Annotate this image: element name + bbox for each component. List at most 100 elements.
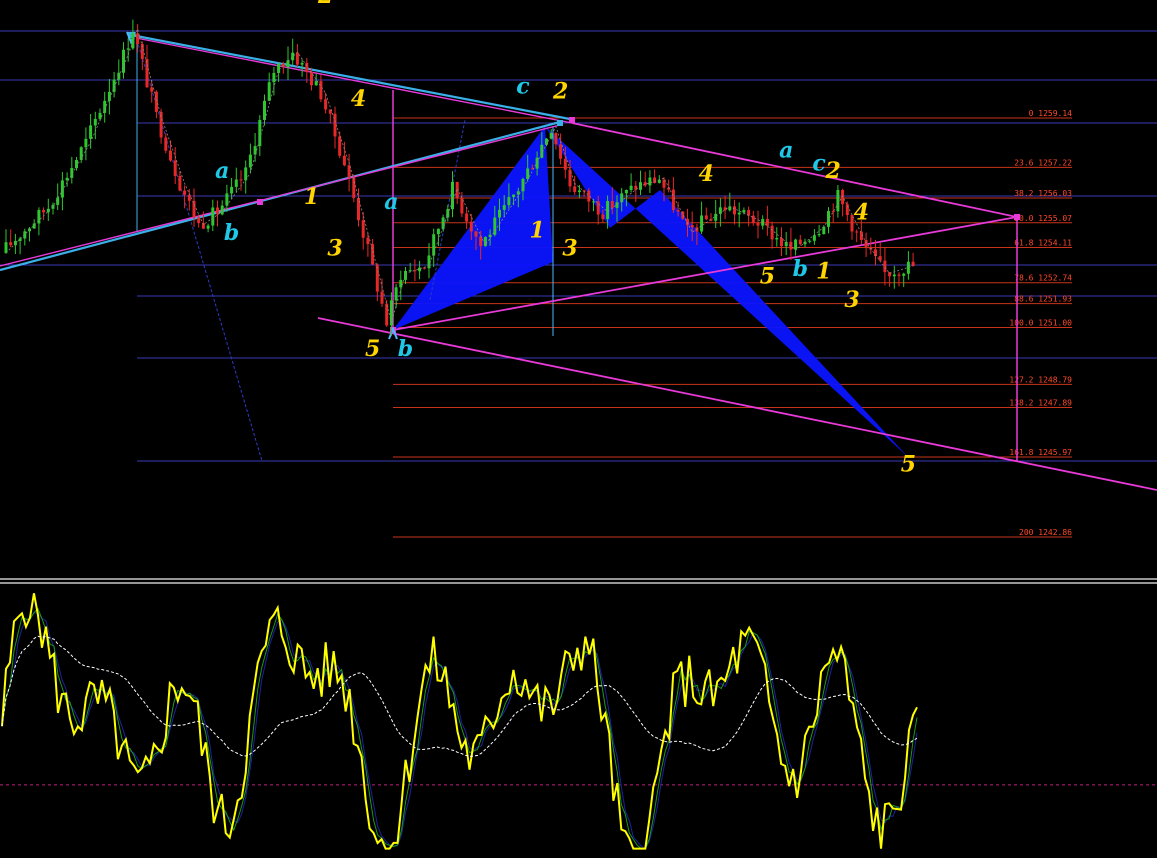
candle-body[interactable] (291, 52, 295, 61)
candle-body[interactable] (822, 226, 826, 235)
candle-body[interactable] (601, 214, 605, 220)
candle-body[interactable] (671, 189, 675, 211)
candle-body[interactable] (150, 87, 154, 92)
candle-body[interactable] (404, 270, 407, 280)
candle-body[interactable] (493, 217, 497, 235)
candle-body[interactable] (192, 200, 196, 218)
candle-body[interactable] (559, 144, 563, 159)
candle-body[interactable] (690, 225, 694, 228)
candle-body[interactable] (263, 100, 266, 121)
candle-body[interactable] (244, 167, 248, 181)
candle-body[interactable] (178, 175, 182, 191)
candle-body[interactable] (136, 33, 140, 45)
candle-body[interactable] (79, 147, 83, 160)
candle-body[interactable] (911, 261, 915, 266)
candle-body[interactable] (216, 207, 219, 215)
candle-body[interactable] (756, 222, 760, 226)
candle-body[interactable] (648, 177, 652, 186)
candle-body[interactable] (483, 236, 487, 247)
candle-body[interactable] (479, 236, 483, 247)
candle-body[interactable] (338, 136, 342, 156)
candle-body[interactable] (906, 261, 910, 274)
candle-body[interactable] (361, 220, 365, 238)
candle-body[interactable] (324, 99, 328, 110)
candle-body[interactable] (98, 112, 102, 119)
candle-body[interactable] (173, 160, 177, 176)
candle-body[interactable] (399, 279, 403, 288)
candle-body[interactable] (812, 235, 816, 241)
candle-body[interactable] (93, 118, 97, 126)
candle-body[interactable] (507, 197, 511, 206)
candle-body[interactable] (577, 190, 581, 193)
candle-body[interactable] (56, 197, 60, 205)
candle-body[interactable] (169, 150, 172, 161)
candle-body[interactable] (845, 204, 849, 216)
candle-body[interactable] (902, 273, 906, 276)
candle-body[interactable] (42, 209, 46, 213)
candle-body[interactable] (512, 194, 516, 198)
candle-body[interactable] (897, 274, 901, 276)
candle-body[interactable] (451, 181, 454, 210)
candle-body[interactable] (220, 205, 224, 215)
candle-body[interactable] (352, 177, 356, 198)
candle-body[interactable] (563, 158, 567, 170)
candle-body[interactable] (831, 211, 835, 213)
candle-body[interactable] (18, 238, 22, 241)
candle-body[interactable] (554, 132, 558, 145)
candle-body[interactable] (606, 201, 610, 220)
candle-body[interactable] (60, 180, 64, 198)
candle-body[interactable] (89, 125, 93, 139)
candle-body[interactable] (733, 206, 736, 215)
candle-body[interactable] (714, 213, 718, 221)
candle-body[interactable] (798, 239, 802, 245)
candle-body[interactable] (629, 185, 633, 190)
candle-body[interactable] (230, 186, 234, 194)
candle-body[interactable] (107, 91, 111, 101)
candle-body[interactable] (197, 217, 201, 224)
candle-body[interactable] (704, 215, 708, 220)
candle-body[interactable] (432, 234, 436, 256)
candle-body[interactable] (183, 190, 187, 195)
candle-body[interactable] (855, 231, 859, 233)
candle-body[interactable] (469, 221, 473, 232)
trend-anchor-handle[interactable] (1014, 214, 1020, 220)
candle-body[interactable] (624, 189, 628, 194)
candle-body[interactable] (864, 240, 868, 248)
candle-body[interactable] (394, 287, 398, 301)
candle-body[interactable] (164, 137, 168, 151)
candle-body[interactable] (187, 194, 191, 201)
candle-body[interactable] (474, 231, 478, 237)
candle-body[interactable] (422, 267, 426, 269)
candle-body[interactable] (300, 62, 304, 65)
candle-body[interactable] (319, 81, 323, 100)
candle-body[interactable] (827, 211, 830, 227)
candle-body[interactable] (103, 100, 107, 113)
candle-body[interactable] (883, 260, 887, 273)
candle-body[interactable] (737, 212, 741, 215)
candle-body[interactable] (526, 168, 530, 179)
candle-body[interactable] (775, 238, 779, 240)
candle-body[interactable] (122, 49, 125, 73)
candle-body[interactable] (408, 270, 412, 272)
candle-body[interactable] (441, 217, 445, 229)
chart-svg[interactable]: 0 1259.14 23.6 1257.22 38.2 1256.03 50.0 12… (0, 0, 1157, 854)
candle-body[interactable] (272, 72, 276, 83)
trend-anchor-handle[interactable] (557, 120, 563, 126)
candle-body[interactable] (794, 239, 798, 250)
candle-body[interactable] (780, 238, 783, 247)
candle-body[interactable] (371, 244, 375, 265)
candle-body[interactable] (436, 228, 440, 235)
candle-body[interactable] (817, 234, 821, 236)
candle-body[interactable] (342, 155, 346, 166)
candle-body[interactable] (84, 138, 88, 148)
candle-body[interactable] (9, 242, 13, 246)
candle-body[interactable] (131, 33, 135, 49)
candle-body[interactable] (596, 201, 600, 215)
candle-body[interactable] (248, 154, 252, 168)
trend-anchor-handle[interactable] (257, 199, 263, 205)
candle-body[interactable] (310, 71, 313, 86)
candle-body[interactable] (573, 186, 577, 193)
candle-body[interactable] (742, 210, 746, 213)
candle-body[interactable] (770, 225, 774, 240)
candle-body[interactable] (535, 157, 539, 169)
